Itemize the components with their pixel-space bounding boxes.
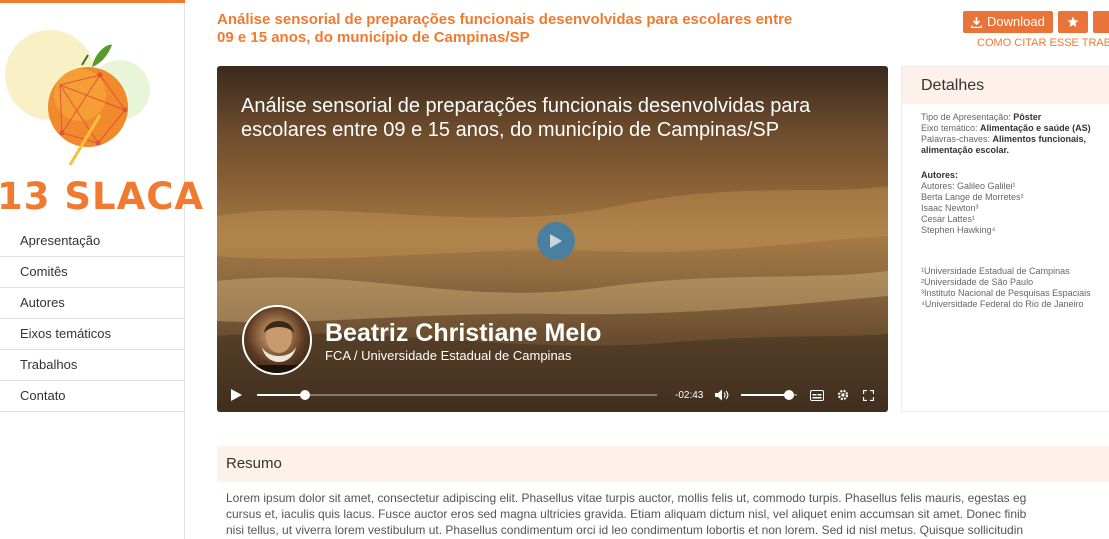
captions-button[interactable] — [810, 378, 824, 412]
play-button[interactable] — [537, 222, 575, 260]
sidebar-accent-bar — [0, 0, 185, 3]
detail-eixo: Eixo temático: Alimentação e saúde (AS) — [921, 123, 1091, 133]
progress-fill — [257, 394, 305, 396]
nav-item-autores[interactable]: Autores — [0, 288, 185, 319]
resumo-line: nisi tellus, ut viverra lorem vestibulum… — [226, 523, 1024, 537]
main-content: Análise sensorial de preparações funcion… — [217, 0, 1109, 539]
affiliation-item: ³Instituto Nacional de Pesquisas Espacia… — [921, 288, 1091, 298]
nav-item-eixos-tematicos[interactable]: Eixos temáticos — [0, 319, 185, 350]
volume-handle[interactable] — [783, 390, 794, 400]
author-item: Autores: Galileo Galilei¹ — [921, 181, 1016, 191]
author-item: Cesar Lattes¹ — [921, 214, 976, 224]
volume-button[interactable] — [715, 378, 729, 412]
cite-link[interactable]: COMO CITAR ESSE TRABA — [977, 37, 1109, 49]
resumo-line: Lorem ipsum dolor sit amet, consectetur … — [226, 491, 1027, 505]
presenter-avatar — [242, 305, 312, 375]
author-item: Isaac Newton³ — [921, 203, 979, 213]
action-buttons: Download — [963, 11, 1109, 33]
nav-item-comites[interactable]: Comitês — [0, 257, 185, 288]
detail-tipo: Tipo de Apresentação: Pôster — [921, 112, 1042, 122]
resumo-heading: Resumo — [217, 446, 1109, 482]
volume-slider[interactable] — [741, 390, 797, 400]
author-item: Berta Lange de Morretes² — [921, 192, 1024, 202]
volume-icon — [715, 389, 729, 401]
sidebar: 13 SLACA Apresentação Comitês Autores Ei… — [0, 0, 203, 539]
captions-icon — [810, 389, 824, 401]
video-controls: -02:43 — [217, 378, 888, 412]
logo-text: 13 SLACA — [0, 175, 205, 218]
page-title: Análise sensorial de preparações funcion… — [217, 11, 793, 46]
page: 13 SLACA Apresentação Comitês Autores Ei… — [0, 0, 1109, 539]
fullscreen-button[interactable] — [863, 378, 874, 412]
video-title: Análise sensorial de preparações funcion… — [241, 95, 811, 141]
control-play-button[interactable] — [231, 378, 242, 412]
presenter-name: Beatriz Christiane Melo — [325, 319, 602, 347]
settings-button[interactable] — [837, 378, 849, 412]
favorite-button[interactable] — [1057, 11, 1088, 33]
affiliation-item: ¹Universidade Estadual de Campinas — [921, 266, 1070, 276]
download-button[interactable]: Download — [963, 11, 1053, 33]
nav-item-apresentacao[interactable]: Apresentação — [0, 226, 185, 257]
video-player[interactable]: Análise sensorial de preparações funcion… — [217, 66, 888, 412]
nav-item-trabalhos[interactable]: Trabalhos — [0, 350, 185, 381]
more-button[interactable] — [1092, 11, 1109, 33]
sidebar-nav: Apresentação Comitês Autores Eixos temát… — [0, 226, 185, 412]
resumo-text: Lorem ipsum dolor sit amet, consectetur … — [226, 490, 1109, 538]
event-logo[interactable]: 13 SLACA — [0, 15, 203, 218]
detail-palavras: Palavras-chaves: Alimentos funcionais, a… — [921, 134, 1087, 155]
download-icon — [971, 16, 982, 28]
orange-logo-icon — [5, 30, 150, 166]
resumo-line: cursus et, iaculis quis lacus. Fusce auc… — [226, 507, 1027, 521]
star-icon — [1067, 16, 1079, 27]
affiliation-item: ⁴Universidade Federal do Rio de Janeiro — [921, 299, 1084, 309]
author-item: Stephen Hawking⁴ — [921, 225, 996, 235]
play-icon — [550, 234, 562, 248]
affiliation-item: ²Universidade de São Paulo — [921, 277, 1034, 287]
autores-heading: Autores: — [921, 170, 959, 180]
details-heading: Detalhes — [902, 67, 1109, 104]
presenter-affiliation: FCA / Universidade Estadual de Campinas — [325, 348, 572, 363]
details-panel: Detalhes Tipo de Apresentação: Pôster Ei… — [901, 66, 1109, 412]
volume-fill — [741, 394, 789, 396]
play-small-icon — [231, 389, 242, 401]
download-label: Download — [987, 14, 1045, 29]
details-body: Tipo de Apresentação: Pôster Eixo temáti… — [902, 104, 1109, 310]
nav-item-contato[interactable]: Contato — [0, 381, 185, 412]
progress-handle[interactable] — [300, 390, 310, 400]
fullscreen-icon — [863, 389, 874, 401]
gear-icon — [837, 389, 849, 401]
progress-track[interactable] — [257, 390, 657, 400]
time-remaining: -02:43 — [675, 389, 704, 401]
